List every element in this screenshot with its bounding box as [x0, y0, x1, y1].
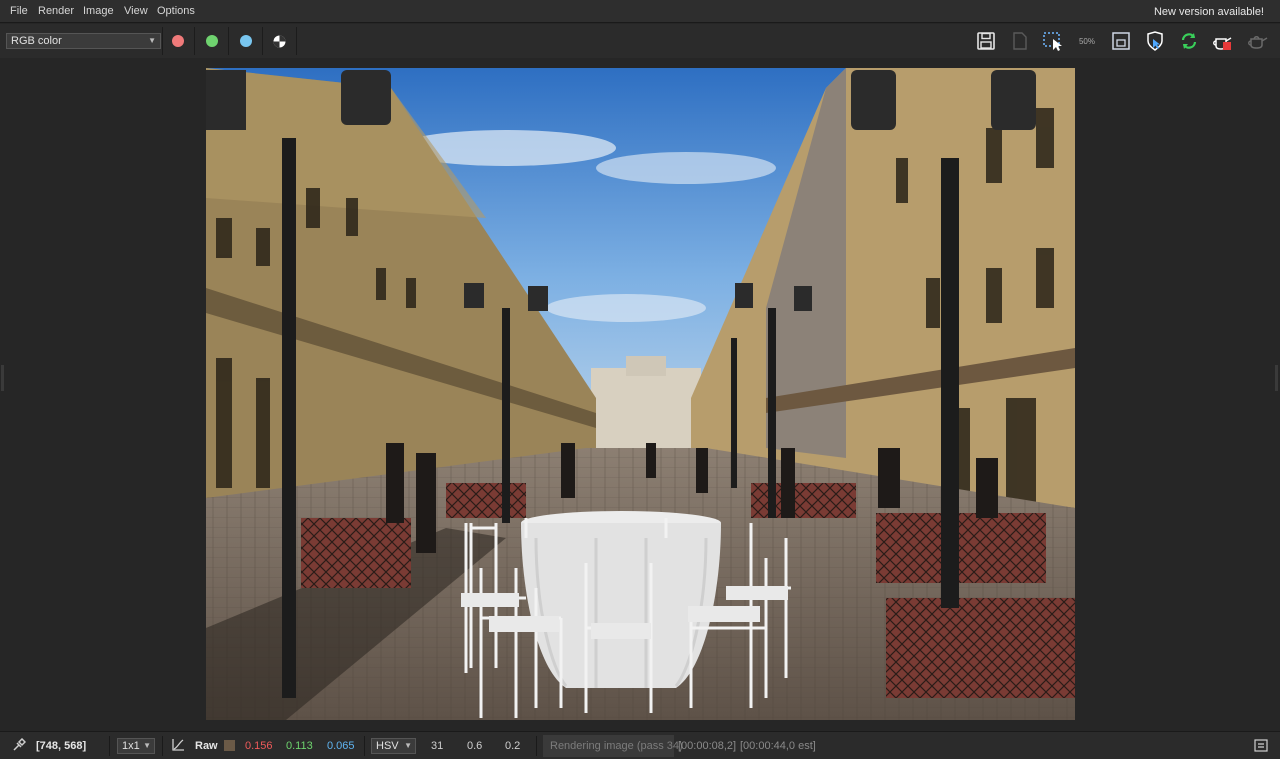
- save-icon: [977, 32, 995, 50]
- menu-bar: File Render Image View Options New versi…: [0, 0, 1280, 23]
- red-value: 0.156: [245, 740, 273, 752]
- blue-value: 0.065: [327, 740, 355, 752]
- red-dot-icon: [172, 35, 184, 47]
- status-divider: [109, 736, 110, 756]
- toolbar-divider: [296, 27, 297, 55]
- new-version-link[interactable]: New version available!: [1154, 6, 1264, 18]
- list-icon: [1254, 739, 1268, 752]
- cursor-coordinates: [748, 568]: [36, 740, 87, 752]
- refresh-button[interactable]: [1177, 30, 1201, 52]
- render-status-text: Rendering image (pass 34): [550, 740, 683, 752]
- alpha-channel-button[interactable]: [270, 32, 288, 50]
- teapot-stop-icon: [1213, 37, 1232, 50]
- zoom-button[interactable]: 50%: [1075, 30, 1099, 52]
- toolbar-divider: [194, 27, 195, 55]
- colorspace-select[interactable]: HSV ▼: [371, 738, 416, 754]
- curve-icon[interactable]: [171, 738, 185, 755]
- rendered-image[interactable]: [206, 68, 1075, 720]
- toolbar-divider: [228, 27, 229, 55]
- picker-icon[interactable]: [12, 737, 27, 755]
- status-divider: [162, 736, 163, 756]
- menu-view[interactable]: View: [124, 5, 148, 17]
- render-viewport[interactable]: [0, 58, 1280, 730]
- green-value: 0.113: [286, 740, 313, 752]
- toolbar: RGB color ▼ 50%: [0, 24, 1280, 58]
- sample-size-select[interactable]: 1x1 ▼: [117, 738, 155, 754]
- menu-image[interactable]: Image: [83, 5, 114, 17]
- green-channel-button[interactable]: [203, 32, 221, 50]
- toolbar-divider: [162, 27, 163, 55]
- sample-size-value: 1x1: [122, 740, 140, 752]
- chevron-down-icon: ▼: [148, 36, 156, 45]
- zoom-label: 50%: [1078, 36, 1095, 46]
- right-panel-handle[interactable]: [1275, 365, 1278, 391]
- left-panel-handle[interactable]: [1, 365, 4, 391]
- value-value: 0.2: [505, 740, 521, 752]
- teapot-button[interactable]: [1245, 30, 1269, 52]
- color-mode-label: Raw: [195, 740, 218, 752]
- estimated-time: [00:00:44,0 est]: [740, 740, 816, 752]
- lock-region-button[interactable]: [1143, 30, 1167, 52]
- elapsed-time: [00:00:08,2]: [678, 740, 737, 752]
- region-select-icon: [1043, 32, 1062, 51]
- hue-value: 31: [431, 740, 444, 752]
- blue-dot-icon: [240, 35, 252, 47]
- menu-options[interactable]: Options: [157, 5, 195, 17]
- fit-window-icon: [1112, 32, 1130, 50]
- toolbar-divider: [262, 27, 263, 55]
- chevron-down-icon: ▼: [143, 741, 151, 750]
- shield-icon: [1147, 31, 1163, 51]
- status-divider: [364, 736, 365, 756]
- save-button[interactable]: [974, 30, 998, 52]
- red-channel-button[interactable]: [169, 32, 187, 50]
- colorspace-value: HSV: [376, 740, 399, 752]
- alpha-checker-icon: [273, 35, 285, 47]
- log-panel-button[interactable]: [1254, 739, 1268, 755]
- status-divider: [536, 736, 537, 756]
- saturation-value: 0.6: [467, 740, 483, 752]
- color-swatch: [224, 740, 235, 751]
- green-dot-icon: [206, 35, 218, 47]
- fit-window-button[interactable]: [1109, 30, 1133, 52]
- status-bar: [748, 568] 1x1 ▼ Raw 0.156 0.113 0.065 H…: [0, 731, 1280, 759]
- channel-select[interactable]: RGB color ▼: [6, 33, 161, 49]
- blue-channel-button[interactable]: [237, 32, 255, 50]
- menu-file[interactable]: File: [10, 5, 28, 17]
- chevron-down-icon: ▼: [404, 741, 412, 750]
- channel-select-value: RGB color: [11, 35, 62, 47]
- export-button[interactable]: [1008, 30, 1032, 52]
- stop-render-button[interactable]: [1211, 30, 1235, 52]
- region-select-button[interactable]: [1041, 30, 1065, 52]
- street-scene-render: [206, 68, 1075, 720]
- menu-render[interactable]: Render: [38, 5, 74, 17]
- document-icon: [1013, 32, 1027, 50]
- teapot-icon: [1248, 36, 1268, 49]
- refresh-icon: [1181, 33, 1197, 49]
